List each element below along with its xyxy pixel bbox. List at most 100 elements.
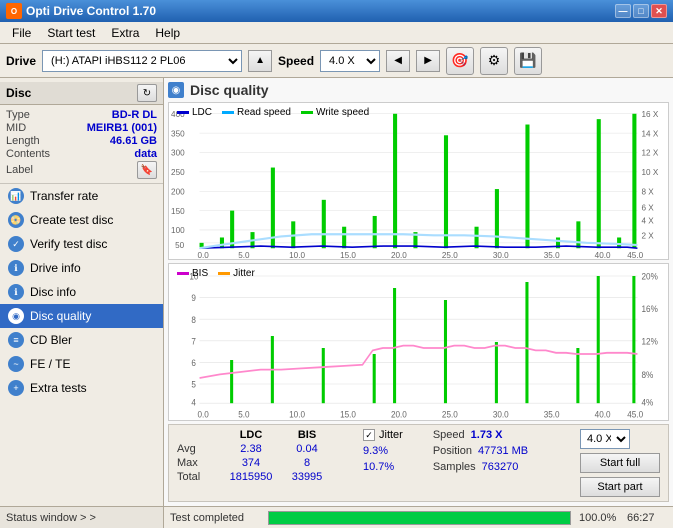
contents-label: Contents [6,148,50,160]
svg-text:12 X: 12 X [642,148,659,158]
nav-verify-test-disc[interactable]: ✓ Verify test disc [0,232,163,256]
menu-extra[interactable]: Extra [103,24,147,42]
nav-extra-tests[interactable]: + Extra tests [0,376,163,400]
drive-select[interactable]: (H:) ATAPI iHBS112 2 PL06 [42,50,242,72]
nav-drive-info-label: Drive info [30,261,81,275]
avg-jitter-value: 9.3% [363,445,403,457]
svg-text:6 X: 6 X [642,202,655,212]
maximize-button[interactable]: □ [633,4,649,18]
svg-text:15.0: 15.0 [340,409,356,420]
nav-cd-bler[interactable]: ≡ CD Bler [0,328,163,352]
jitter-checkbox[interactable]: ✓ [363,429,375,441]
nav-fe-te-label: FE / TE [30,357,70,371]
svg-text:50: 50 [175,240,184,250]
bottom-chart-legend: BIS Jitter [173,266,259,281]
nav-fe-te[interactable]: ~ FE / TE [0,352,163,376]
write-speed-legend-label: Write speed [316,107,369,118]
speed-label: Speed [433,429,465,441]
nav-disc-info[interactable]: ℹ Disc info [0,280,163,304]
svg-text:150: 150 [171,206,185,216]
stats-area: LDC BIS Avg 2.38 0.04 Max 374 8 Total 18… [168,424,669,502]
nav-extra-tests-label: Extra tests [30,381,87,395]
nav-transfer-rate[interactable]: 📊 Transfer rate [0,184,163,208]
time-text: 66:27 [627,512,667,524]
nav-drive-info[interactable]: ℹ Drive info [0,256,163,280]
svg-text:45.0: 45.0 [627,250,643,259]
svg-text:0.0: 0.0 [198,250,210,259]
transfer-rate-icon: 📊 [8,188,24,204]
bottom-chart-svg: 10 9 8 7 6 5 4 20% 16% 12% 8% 4% 0.0 5.0… [169,264,668,420]
jitter-legend-color [218,272,230,275]
eject-button[interactable]: ▲ [248,50,272,72]
svg-text:16 X: 16 X [642,109,659,119]
status-main: Test completed 100.0% 66:27 [164,507,673,528]
svg-text:200: 200 [171,186,185,196]
start-full-button[interactable]: Start full [580,453,660,473]
menu-start-test[interactable]: Start test [39,24,103,42]
status-window-section[interactable]: Status window > > [0,507,164,528]
svg-text:20.0: 20.0 [391,250,407,259]
speed-value: 1.73 X [471,429,503,441]
menu-help[interactable]: Help [147,24,188,42]
nav-create-test-disc-label: Create test disc [30,213,113,227]
svg-text:25.0: 25.0 [442,250,458,259]
quality-header: ◉ Disc quality [168,82,669,98]
cd-bler-icon: ≡ [8,332,24,348]
menu-file[interactable]: File [4,24,39,42]
svg-text:25.0: 25.0 [442,409,458,420]
disc-info-panel: Type BD-R DL MID MEIRB1 (001) Length 46.… [0,105,163,184]
stats-bis-header: BIS [281,429,333,441]
svg-text:5.0: 5.0 [238,409,249,420]
progress-text: 100.0% [579,512,619,524]
speed-label: Speed [278,54,314,68]
nav-disc-info-label: Disc info [30,285,76,299]
type-value: BD-R DL [112,109,157,121]
test-speed-select[interactable]: 4.0 X [580,429,630,449]
settings-button[interactable]: ⚙ [480,47,508,75]
svg-text:8%: 8% [642,369,654,380]
speed-select[interactable]: 4.0 X [320,50,380,72]
close-button[interactable]: ✕ [651,4,667,18]
status-window-label: Status window > > [6,512,96,524]
start-part-button[interactable]: Start part [580,477,660,497]
svg-text:12%: 12% [642,336,658,347]
svg-text:40.0: 40.0 [595,409,611,420]
ldc-legend-color [177,111,189,114]
sidebar: Disc ↻ Type BD-R DL MID MEIRB1 (001) Len… [0,78,164,506]
svg-text:100: 100 [171,225,185,235]
disc-refresh-button[interactable]: ↻ [137,84,157,102]
app-icon: O [6,3,22,19]
progress-bar-fill [269,512,570,524]
drivebar: Drive (H:) ATAPI iHBS112 2 PL06 ▲ Speed … [0,44,673,78]
profile-button[interactable]: 🎯 [446,47,474,75]
window-controls: — □ ✕ [615,4,667,18]
create-test-disc-icon: 📀 [8,212,24,228]
max-jitter-value: 10.7% [363,461,403,473]
length-label: Length [6,135,40,147]
speed-up-button[interactable]: ◀ [386,50,410,72]
nav-transfer-rate-label: Transfer rate [30,189,98,203]
mid-label: MID [6,122,26,134]
top-chart-legend: LDC Read speed Write speed [173,105,373,120]
fe-te-icon: ~ [8,356,24,372]
label-icon-button[interactable]: 🔖 [137,161,157,179]
position-label: Position [433,445,472,457]
length-value: 46.61 GB [110,135,157,147]
nav-create-test-disc[interactable]: 📀 Create test disc [0,208,163,232]
svg-text:250: 250 [171,167,185,177]
total-ldc-value: 1815950 [221,471,281,483]
minimize-button[interactable]: — [615,4,631,18]
content-area: ◉ Disc quality LDC Read speed Write spee… [164,78,673,506]
avg-label: Avg [177,443,221,455]
nav-disc-quality[interactable]: ◉ Disc quality [0,304,163,328]
speed-down-button[interactable]: ▶ [416,50,440,72]
progress-bar-container [268,511,571,525]
svg-text:350: 350 [171,128,185,138]
disc-info-icon: ℹ [8,284,24,300]
save-button[interactable]: 💾 [514,47,542,75]
bis-legend-color [177,272,189,275]
top-chart-svg: 400 350 300 250 200 150 100 50 16 X 14 X… [169,103,668,259]
svg-text:8: 8 [191,314,196,325]
nav-verify-test-disc-label: Verify test disc [30,237,107,251]
test-completed-label: Test completed [170,512,260,524]
